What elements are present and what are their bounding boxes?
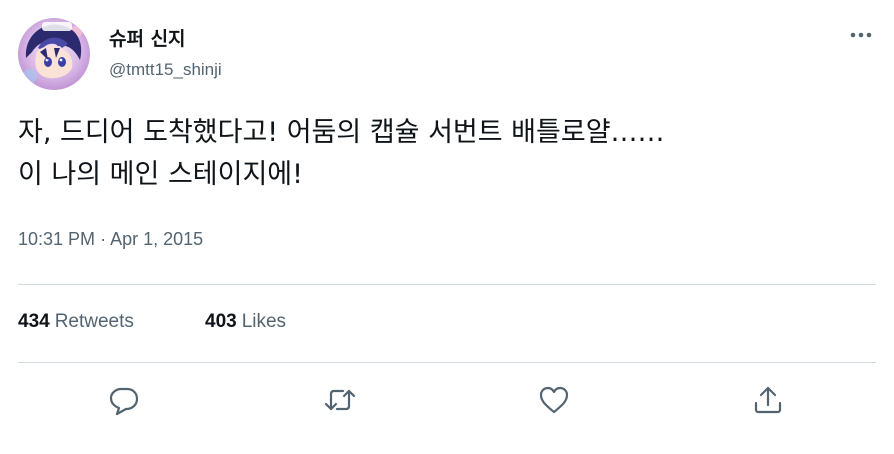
retweets-stat[interactable]: 434 Retweets: [18, 311, 134, 333]
like-count: 403: [205, 311, 237, 332]
retweet-arrows-icon[interactable]: [323, 383, 357, 417]
tweet-timestamp[interactable]: 10:31 PM · Apr 1, 2015: [18, 229, 203, 250]
tweet-date[interactable]: Apr 1, 2015: [110, 229, 203, 249]
tweet-text: 자, 드디어 도착했다고! 어둠의 캡슐 서번트 배틀로얄…… 이 나의 메인 …: [18, 112, 878, 196]
avatar[interactable]: [18, 18, 90, 90]
likes-stat[interactable]: 403 Likes: [205, 311, 286, 333]
like-label: Likes: [241, 311, 287, 332]
divider: [18, 362, 876, 363]
more-horizontal-icon[interactable]: [848, 22, 874, 48]
reply-bubble-icon[interactable]: [107, 383, 141, 417]
author-display-name[interactable]: 슈퍼 신지: [109, 24, 186, 51]
tweet-time[interactable]: 10:31 PM: [18, 229, 95, 249]
retweet-count: 434: [18, 311, 50, 332]
divider: [18, 284, 876, 285]
tweet-text-line: 이 나의 메인 스테이지에!: [18, 159, 303, 190]
author-handle[interactable]: @tmtt15_shinji: [109, 60, 222, 80]
heart-icon[interactable]: [537, 383, 571, 417]
tweet-header: 슈퍼 신지 @tmtt15_shinji: [18, 18, 878, 90]
share-upload-icon[interactable]: [751, 383, 785, 417]
timestamp-separator: ·: [100, 229, 107, 249]
tweet-text-line: 자, 드디어 도착했다고! 어둠의 캡슐 서번트 배틀로얄……: [18, 117, 665, 148]
retweet-label: Retweets: [54, 311, 134, 332]
